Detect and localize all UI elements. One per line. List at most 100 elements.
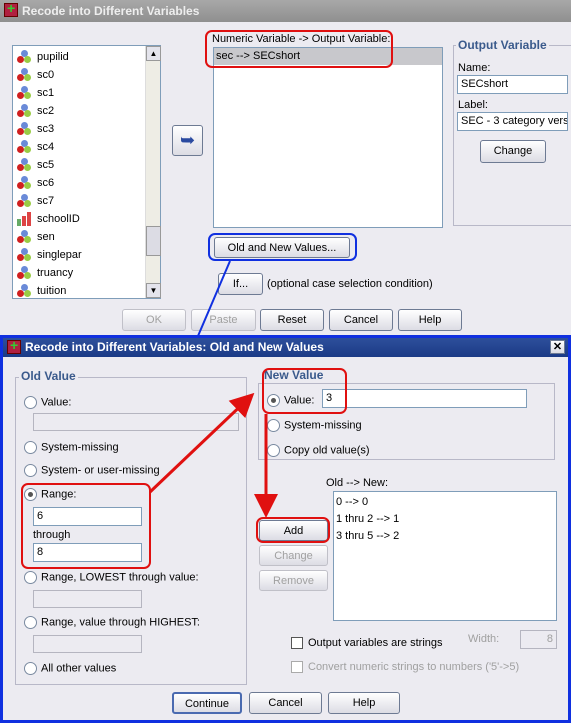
variable-name: sc0 (37, 69, 55, 81)
variable-name: schoolID (37, 213, 80, 225)
variable-item[interactable]: sen (17, 228, 55, 246)
variable-item[interactable]: sc1 (17, 84, 54, 102)
paste-button[interactable]: Paste (191, 309, 256, 331)
change-mapping-button[interactable]: Change (259, 545, 328, 566)
annotation-new-value-highlight (262, 368, 347, 414)
range-highest-radio[interactable]: Range, value through HIGHEST: (24, 616, 200, 629)
variable-name: sc5 (37, 159, 55, 171)
scale-variable-icon (17, 86, 33, 100)
if-description: (optional case selection condition) (267, 278, 433, 290)
range-lowest-input[interactable] (33, 590, 142, 608)
variable-item[interactable]: tuition (17, 282, 66, 300)
label-input[interactable]: SEC - 3 category vers (457, 112, 568, 131)
sub-help-button[interactable]: Help (328, 692, 400, 714)
scale-variable-icon (17, 104, 33, 118)
ordinal-variable-icon (17, 212, 33, 227)
variable-item[interactable]: sc4 (17, 138, 54, 156)
ok-button[interactable]: OK (122, 309, 186, 331)
variable-name: truancy (37, 267, 74, 279)
convert-numeric-checkbox[interactable]: Convert numeric strings to numbers ('5'-… (291, 661, 519, 674)
output-variable-legend: Output Variable (456, 38, 549, 52)
scale-variable-icon (17, 158, 33, 172)
scale-variable-icon (17, 176, 33, 190)
all-other-values-radio[interactable]: All other values (24, 662, 116, 675)
variable-item[interactable]: truancy (17, 264, 73, 282)
variable-list[interactable]: ▲ ▼ pupilid sc0 sc1 sc2 sc3 sc4 sc5 sc6 sc7 schoo… (12, 45, 161, 299)
range-lowest-radio[interactable]: Range, LOWEST through value: (24, 571, 199, 584)
if-button[interactable]: If... (218, 273, 263, 295)
mapping-list[interactable]: sec --> SECshort (213, 47, 443, 228)
move-variable-button[interactable]: ➥ (172, 125, 203, 156)
scale-variable-icon (17, 140, 33, 154)
cancel-button[interactable]: Cancel (329, 309, 393, 331)
name-input[interactable]: SECshort (457, 75, 568, 94)
variable-name: singlepar (37, 249, 82, 261)
copy-old-values-radio[interactable]: Copy old value(s) (267, 444, 370, 457)
variable-name: tuition (37, 285, 67, 297)
sys-user-missing-radio[interactable]: System- or user-missing (24, 464, 160, 477)
old-new-item[interactable]: 0 --> 0 (336, 494, 554, 511)
old-value-radio[interactable]: Value: (24, 396, 71, 409)
old-value-legend: Old Value (19, 369, 78, 383)
name-label: Name: (458, 62, 491, 74)
variable-item[interactable]: pupilid (17, 48, 69, 66)
variable-item[interactable]: sc0 (17, 66, 54, 84)
old-new-item[interactable]: 1 thru 2 --> 1 (336, 511, 554, 528)
variable-item[interactable]: sc6 (17, 174, 54, 192)
scale-variable-icon (17, 284, 33, 298)
scale-variable-icon (17, 68, 33, 82)
variable-item[interactable]: schoolID (17, 210, 80, 228)
annotation-mapping-highlight (205, 30, 393, 68)
variable-name: sc1 (37, 87, 55, 99)
variable-item[interactable]: sc7 (17, 192, 54, 210)
sub-title-bar: Recode into Different Variables: Old and… (3, 337, 568, 357)
width-label: Width: (468, 633, 500, 645)
annotation-range-highlight (21, 483, 151, 569)
range-highest-input[interactable] (33, 635, 142, 653)
width-input[interactable]: 8 (520, 630, 557, 649)
variable-item[interactable]: sc2 (17, 102, 54, 120)
scale-variable-icon (17, 230, 33, 244)
old-system-missing-radio[interactable]: System-missing (24, 441, 119, 454)
app-icon (4, 0, 18, 17)
variable-item[interactable]: sc3 (17, 120, 54, 138)
old-value-input[interactable] (33, 413, 239, 431)
sub-cancel-button[interactable]: Cancel (249, 692, 322, 714)
annotation-old-new-button-highlight (208, 233, 357, 261)
remove-button[interactable]: Remove (259, 570, 328, 591)
scale-variable-icon (17, 122, 33, 136)
scale-variable-icon (17, 266, 33, 280)
old-new-list[interactable]: 0 --> 0 1 thru 2 --> 1 3 thru 5 --> 2 (333, 491, 557, 621)
new-system-missing-radio[interactable]: System-missing (267, 419, 362, 432)
label-label: Label: (458, 99, 488, 111)
variable-name: sc3 (37, 123, 55, 135)
scale-variable-icon (17, 248, 33, 262)
help-button[interactable]: Help (398, 309, 462, 331)
variable-list-scrollbar[interactable]: ▲ ▼ (145, 46, 161, 298)
annotation-add-highlight (256, 517, 330, 543)
variable-item[interactable]: singlepar (17, 246, 82, 264)
close-icon[interactable]: ✕ (550, 340, 565, 354)
arrow-right-icon: ➥ (179, 130, 196, 150)
new-value-input[interactable]: 3 (322, 389, 527, 408)
continue-button[interactable]: Continue (172, 692, 242, 714)
variable-item[interactable]: sc5 (17, 156, 54, 174)
main-title-bar: Recode into Different Variables (0, 0, 571, 22)
scroll-thumb[interactable] (146, 226, 161, 256)
variable-name: sc6 (37, 177, 55, 189)
variable-name: sc7 (37, 195, 55, 207)
scale-variable-icon (17, 194, 33, 208)
old-new-item[interactable]: 3 thru 5 --> 2 (336, 528, 554, 545)
sub-title: Recode into Different Variables: Old and… (25, 340, 324, 354)
scale-variable-icon (17, 50, 33, 64)
variable-name: pupilid (37, 51, 69, 63)
variable-name: sen (37, 231, 55, 243)
output-strings-checkbox[interactable]: Output variables are strings (291, 637, 443, 650)
reset-button[interactable]: Reset (260, 309, 324, 331)
scroll-down-button[interactable]: ▼ (146, 283, 161, 298)
old-new-label: Old --> New: (326, 477, 389, 489)
app-icon (7, 337, 21, 354)
variable-name: sc2 (37, 105, 55, 117)
change-button[interactable]: Change (480, 140, 546, 163)
scroll-up-button[interactable]: ▲ (146, 46, 161, 61)
